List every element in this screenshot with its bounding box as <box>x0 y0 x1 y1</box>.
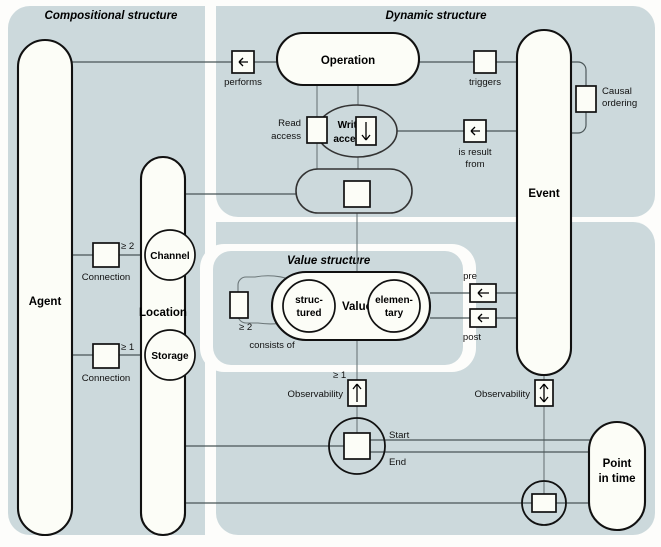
panel-title-dynamic: Dynamic structure <box>386 10 488 22</box>
relationship-causal-ordering[interactable]: Causal ordering <box>575 85 637 113</box>
relationship-end-label: End <box>389 457 406 468</box>
specialization-channel[interactable]: Channel <box>144 229 196 281</box>
relationship-post-label: post <box>463 332 481 343</box>
entity-point-in-time[interactable]: Point in time <box>587 420 647 532</box>
relationship-observability-value-cardinality: ≥ 1 <box>333 370 346 381</box>
entity-agent[interactable]: Agent <box>16 38 74 537</box>
relationship-is-result-from-label-line1: is result <box>458 147 491 158</box>
specialization-structured-label-line1: struc- <box>295 295 323 306</box>
relationship-causal-ordering-label-line1: Causal <box>602 86 632 97</box>
specialization-structured[interactable]: struc- tured <box>282 279 336 333</box>
specialization-elementary[interactable]: elemen- tary <box>367 279 421 333</box>
entity-event-label: Event <box>528 188 559 200</box>
entity-location-label: Location <box>139 307 187 319</box>
relationship-connection-channel-cardinality: ≥ 2 <box>121 241 134 252</box>
relationship-access[interactable] <box>343 180 371 208</box>
diagram-canvas: Compositional structure Dynamic structur… <box>0 0 661 547</box>
relationship-consists-of-label: consists of <box>249 340 295 351</box>
relationship-read-access-label-line2: access <box>271 131 301 142</box>
panel-title-value: Value structure <box>287 255 371 267</box>
specialization-elementary-label-line1: elemen- <box>375 295 413 306</box>
relationship-start-label: Start <box>389 430 410 441</box>
relationship-observability-value-label: Observability <box>288 389 344 400</box>
specialization-structured-label-line2: tured <box>297 308 322 319</box>
entity-operation-label: Operation <box>321 55 375 67</box>
panel-title-compositional: Compositional structure <box>45 10 179 22</box>
relationship-connection-storage-cardinality: ≥ 1 <box>121 342 134 353</box>
entity-event[interactable]: Event <box>515 28 573 377</box>
relationship-is-result-from-label-line2: from <box>465 159 484 170</box>
relationship-read-access-label-line1: Read <box>278 118 301 129</box>
relationship-write-marker[interactable] <box>355 116 377 146</box>
relationship-observability-event-label: Observability <box>475 389 531 400</box>
relationship-connection-storage-label: Connection <box>82 373 131 384</box>
specialization-elementary-label-line2: tary <box>385 308 404 319</box>
relationship-performs-label: performs <box>224 77 262 88</box>
specialization-channel-label: Channel <box>150 251 190 262</box>
relationship-connection-channel-label: Connection <box>82 272 131 283</box>
relationship-triggers[interactable]: triggers <box>469 50 501 88</box>
entity-agent-label: Agent <box>29 296 62 308</box>
specialization-storage[interactable]: Storage <box>144 329 196 381</box>
conceptual-model-diagram: Compositional structure Dynamic structur… <box>0 0 661 547</box>
relationship-causal-ordering-label-line2: ordering <box>602 98 637 109</box>
entity-operation[interactable]: Operation <box>275 31 421 87</box>
relationship-consists-of-cardinality: ≥ 2 <box>239 322 252 333</box>
relationship-triggers-label: triggers <box>469 77 501 88</box>
relationship-pre-label: pre <box>463 271 477 282</box>
specialization-storage-label: Storage <box>151 351 189 362</box>
